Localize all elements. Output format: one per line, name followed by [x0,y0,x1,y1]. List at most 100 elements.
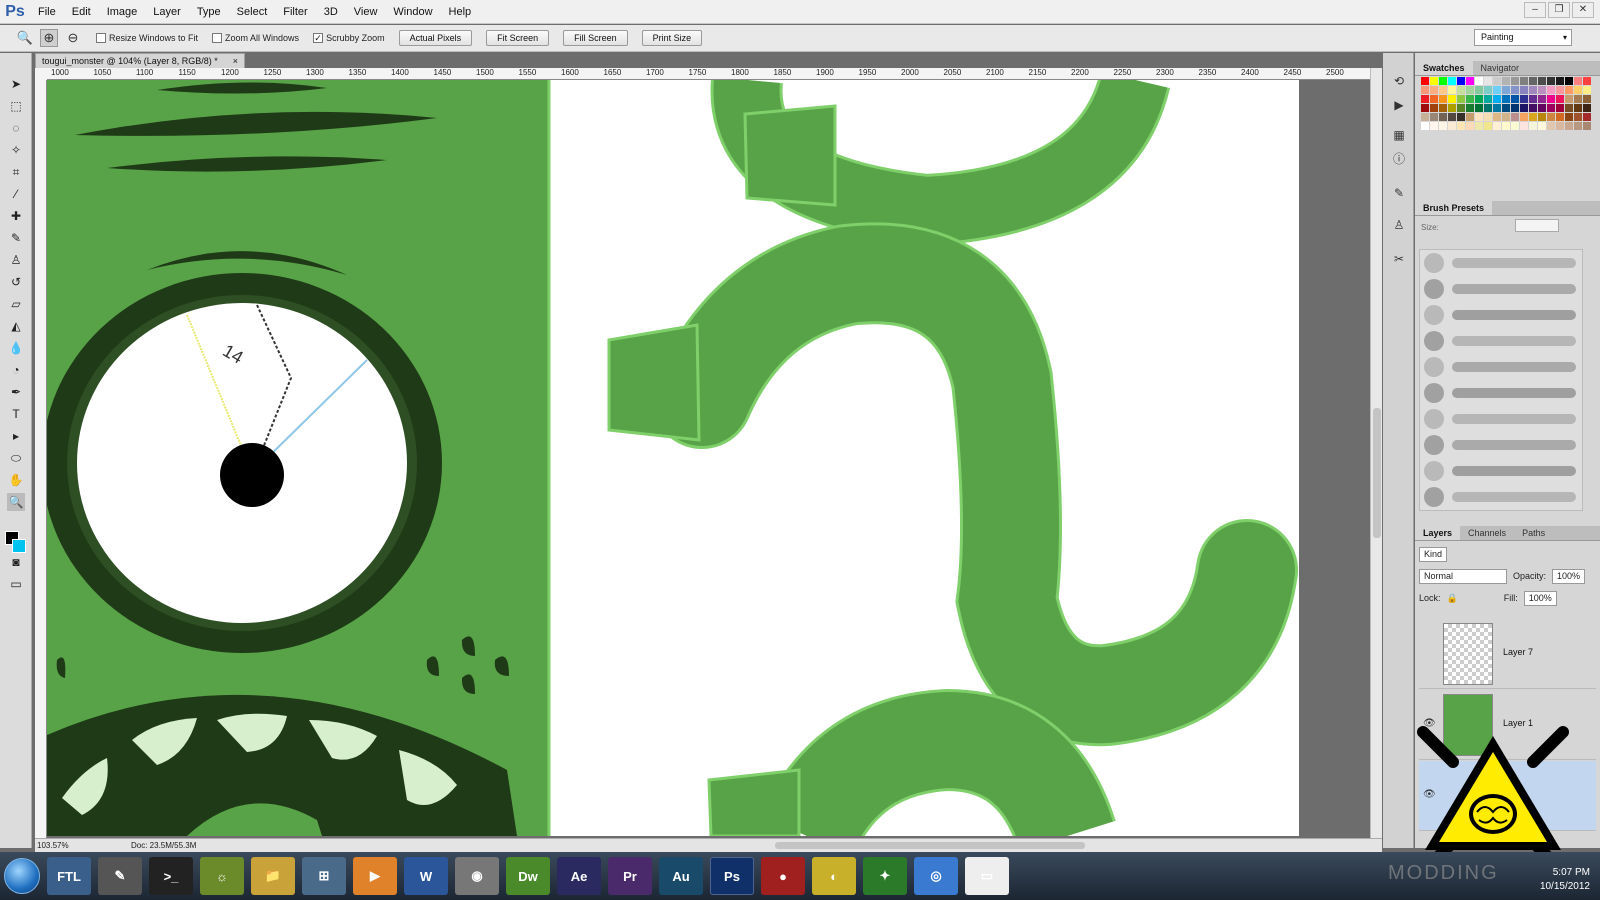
color-swatch[interactable] [1538,122,1546,130]
vertical-scrollbar[interactable] [1370,68,1382,838]
restore-button[interactable]: ❐ [1548,2,1570,18]
brush-preset[interactable] [1420,276,1582,302]
tab-layers[interactable]: Layers [1415,526,1461,540]
color-swatch[interactable] [1538,113,1546,121]
document-canvas[interactable]: 14 [47,80,1370,836]
brush-panel-icon[interactable]: ✎ [1389,183,1409,203]
color-swatch[interactable] [1583,77,1591,85]
color-swatch[interactable] [1502,113,1510,121]
color-swatch[interactable] [1583,104,1591,112]
color-swatch[interactable] [1439,86,1447,94]
actual-pixels-button[interactable]: Actual Pixels [398,30,473,46]
color-swatch[interactable] [1565,95,1573,103]
background-color-swatch[interactable] [12,539,26,553]
workspace-select[interactable]: Painting ▾ [1474,29,1572,46]
type-tool-icon[interactable]: T [7,405,25,423]
close-button[interactable]: ✕ [1572,2,1594,18]
start-button[interactable] [4,858,40,894]
color-swatch[interactable] [1493,95,1501,103]
color-swatch[interactable] [1466,104,1474,112]
zoom-all-checkbox[interactable]: Zoom All Windows [212,33,299,43]
taskbar-app-11[interactable]: Pr [608,857,652,895]
color-swatch[interactable] [1466,122,1474,130]
color-swatch[interactable] [1511,86,1519,94]
pen-tool-icon[interactable]: ✒ [7,383,25,401]
color-swatch[interactable] [1538,86,1546,94]
taskbar-app-8[interactable]: ◉ [455,857,499,895]
taskbar-app-6[interactable]: ▶ [353,857,397,895]
color-swatch[interactable] [1556,86,1564,94]
color-swatch[interactable] [1439,95,1447,103]
color-swatch[interactable] [1583,95,1591,103]
scrubby-zoom-checkbox[interactable]: ✓ Scrubby Zoom [313,33,385,43]
color-swatch[interactable] [1556,104,1564,112]
brush-preset[interactable] [1420,432,1582,458]
taskbar-app-4[interactable]: 📁 [251,857,295,895]
zoom-tool-icon[interactable]: 🔍 [7,493,25,511]
taskbar-app-2[interactable]: >_ [149,857,193,895]
color-swatch[interactable] [1475,122,1483,130]
document-tab[interactable]: tougui_monster @ 104% (Layer 8, RGB/8) *… [35,53,245,68]
tab-channels[interactable]: Channels [1460,526,1514,540]
minimize-button[interactable]: – [1524,2,1546,18]
color-swatch[interactable] [1484,86,1492,94]
taskbar-app-12[interactable]: Au [659,857,703,895]
color-swatch[interactable] [1547,95,1555,103]
path-select-icon[interactable]: ▸ [7,427,25,445]
color-swatch[interactable] [1493,104,1501,112]
color-swatch[interactable] [1538,104,1546,112]
zoom-tool-icon[interactable]: 🔍 [16,29,34,47]
color-swatch[interactable] [1565,122,1573,130]
tab-paths[interactable]: Paths [1514,526,1553,540]
color-swatch[interactable] [1547,86,1555,94]
print-size-button[interactable]: Print Size [641,30,703,46]
fill-input[interactable]: 100% [1523,590,1557,606]
color-swatch[interactable] [1493,86,1501,94]
color-swatch[interactable] [1457,77,1465,85]
fill-screen-button[interactable]: Fill Screen [563,30,628,46]
taskbar-app-7[interactable]: W [404,857,448,895]
crop-tool-icon[interactable]: ⌗ [7,163,25,181]
healing-tool-icon[interactable]: ✚ [7,207,25,225]
taskbar-app-1[interactable]: ✎ [98,857,142,895]
brush-preset[interactable] [1420,354,1582,380]
brush-size-input[interactable] [1515,219,1559,232]
color-swatch[interactable] [1430,113,1438,121]
color-swatch[interactable] [1457,104,1465,112]
color-swatch[interactable] [1574,95,1582,103]
color-swatch[interactable] [1466,113,1474,121]
menu-image[interactable]: Image [99,0,146,24]
kind-filter-select[interactable]: Kind [1419,546,1448,562]
color-swatch[interactable] [1520,86,1528,94]
eyedropper-tool-icon[interactable]: ⁄ [7,185,25,203]
color-swatch[interactable] [1430,95,1438,103]
color-swatch[interactable] [1475,77,1483,85]
quick-select-tool-icon[interactable]: ✧ [7,141,25,159]
color-swatch[interactable] [1457,122,1465,130]
color-swatch[interactable] [1466,86,1474,94]
blend-mode-select[interactable]: Normal [1419,568,1507,584]
zoom-out-icon[interactable]: ⊖ [64,29,82,47]
color-swatch[interactable] [1421,122,1429,130]
zoom-in-icon[interactable]: ⊕ [40,29,58,47]
properties-icon[interactable]: ▦ [1389,125,1409,145]
color-swatch[interactable] [1421,113,1429,121]
taskbar-app-18[interactable]: ▭ [965,857,1009,895]
taskbar-app-17[interactable]: ◎ [914,857,958,895]
color-swatch[interactable] [1520,104,1528,112]
color-swatch[interactable] [1430,77,1438,85]
brush-preset[interactable] [1420,250,1582,276]
color-swatch[interactable] [1547,77,1555,85]
menu-filter[interactable]: Filter [275,0,315,24]
taskbar-app-16[interactable]: ✦ [863,857,907,895]
visibility-eye-icon[interactable] [1423,647,1437,661]
taskbar-app-5[interactable]: ⊞ [302,857,346,895]
color-swatch[interactable] [1511,95,1519,103]
menu-file[interactable]: File [30,0,64,24]
color-swatch[interactable] [1529,113,1537,121]
menu-type[interactable]: Type [189,0,229,24]
color-swatch[interactable] [1511,113,1519,121]
color-swatch[interactable] [1547,113,1555,121]
color-swatch[interactable] [1502,86,1510,94]
swatch-grid[interactable] [1421,77,1591,130]
